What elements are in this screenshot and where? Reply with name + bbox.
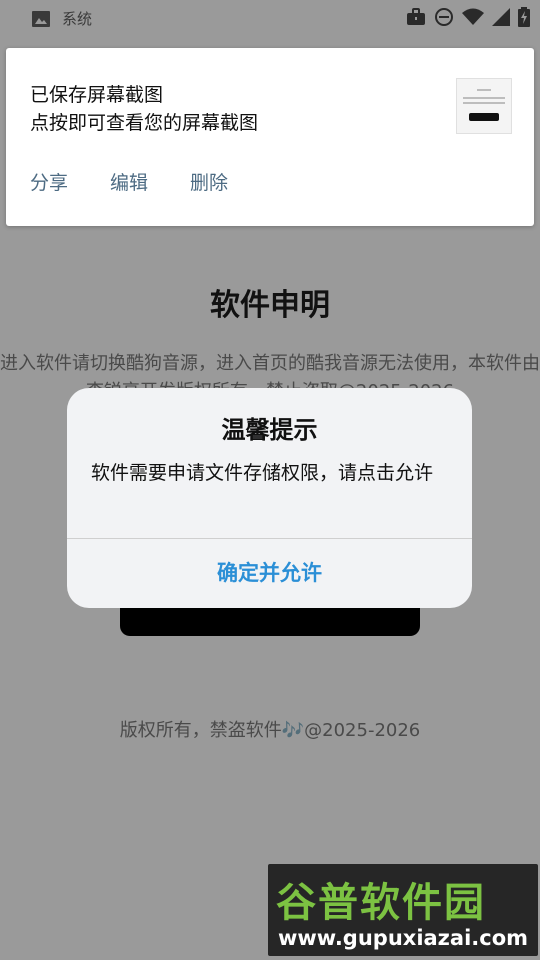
permission-dialog: 温馨提示 软件需要申请文件存储权限，请点击允许 确定并允许: [67, 388, 472, 608]
do-not-disturb-icon: [435, 8, 453, 26]
notification-actions: 分享 编辑 删除: [30, 168, 228, 195]
watermark-url: www.gupuxiazai.com: [277, 926, 529, 950]
wifi-icon: [462, 8, 484, 25]
edit-button[interactable]: 编辑: [110, 168, 148, 195]
status-bar-right: [406, 7, 530, 27]
dialog-message: 软件需要申请文件存储权限，请点击允许: [91, 462, 434, 484]
confirm-allow-button[interactable]: 确定并允许: [67, 539, 472, 608]
share-button[interactable]: 分享: [30, 168, 68, 195]
briefcase-icon: [407, 8, 425, 25]
status-bar: 系统: [0, 0, 540, 36]
notification-title: 已保存屏幕截图: [30, 84, 164, 106]
page-title: 软件申明: [210, 288, 330, 323]
screenshot-notification[interactable]: 已保存屏幕截图 点按即可查看您的屏幕截图 分享 编辑 删除: [6, 48, 534, 226]
screenshot-thumbnail[interactable]: [456, 78, 512, 134]
notification-subtitle: 点按即可查看您的屏幕截图: [30, 112, 259, 134]
battery-icon: [518, 7, 530, 27]
watermark-logo: 谷普软件园 www.gupuxiazai.com: [268, 864, 538, 956]
signal-icon: [492, 8, 510, 26]
copyright-text: 版权所有，禁盗软件🎶@2025-2026: [119, 720, 421, 741]
dialog-title: 温馨提示: [221, 416, 318, 444]
image-icon: [32, 10, 50, 27]
status-bar-app-label: 系统: [62, 10, 93, 28]
status-bar-left: 系统: [32, 8, 92, 29]
watermark-logo-text: 谷普软件园: [276, 880, 486, 926]
delete-button[interactable]: 删除: [190, 168, 228, 195]
